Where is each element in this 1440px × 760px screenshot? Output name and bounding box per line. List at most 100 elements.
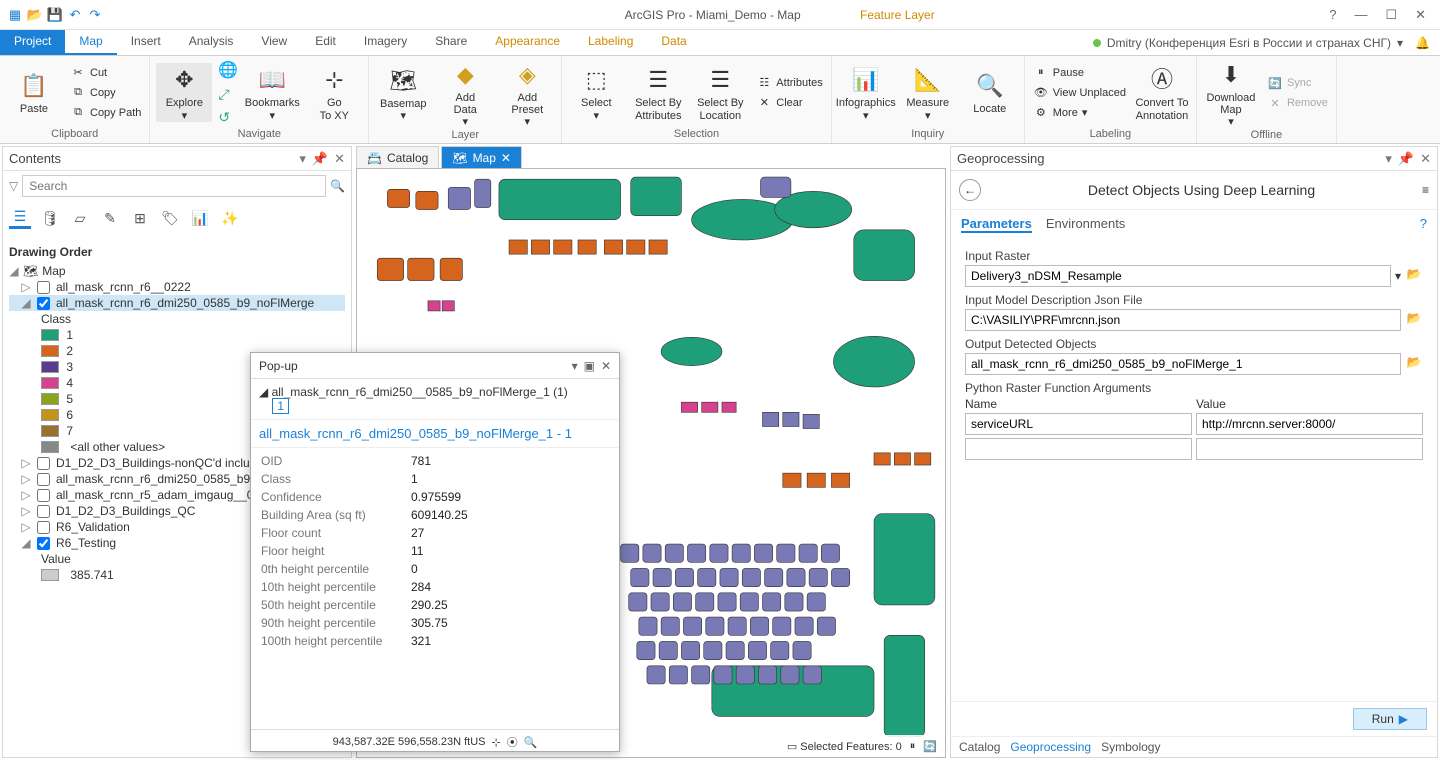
tab-analysis[interactable]: Analysis (175, 30, 248, 55)
popup-menu-icon[interactable]: ▾ (572, 359, 578, 373)
gp-tab-parameters[interactable]: Parameters (961, 216, 1032, 233)
tab-data[interactable]: Data (647, 30, 700, 55)
popup-header[interactable]: Pop-up ▾▣✕ (251, 353, 619, 379)
popup-dock-icon[interactable]: ▣ (584, 359, 595, 373)
toc-map[interactable]: ◢🗺 Map (9, 263, 345, 279)
search-icon[interactable]: 🔍 (330, 179, 345, 193)
list-by-labeling-icon[interactable]: 🏷 (159, 207, 181, 229)
gp-help-icon[interactable]: ? (1420, 216, 1427, 233)
popup-zoom-icon[interactable]: 🔍 (524, 736, 538, 749)
model-browse-icon[interactable]: 📂 (1405, 311, 1423, 329)
tab-appearance[interactable]: Appearance (481, 30, 574, 55)
tab-labeling[interactable]: Labeling (574, 30, 647, 55)
pause-labeling-button[interactable]: ⏸Pause (1031, 63, 1128, 83)
refresh-icon[interactable]: 🔄 (923, 740, 937, 753)
copy-button[interactable]: ⧉Copy (68, 83, 143, 103)
arg-name-1[interactable] (965, 438, 1192, 460)
popup-window[interactable]: Pop-up ▾▣✕ ◢ all_mask_rcnn_r6_dmi250__05… (250, 352, 620, 752)
add-data-button[interactable]: ◆Add Data▾ (437, 58, 493, 128)
doc-tab-catalog[interactable]: 📇 Catalog (356, 146, 439, 168)
open-icon[interactable]: 📂 (26, 6, 44, 24)
toc-layer-0[interactable]: ▷ all_mask_rcnn_r6__0222 (9, 279, 345, 295)
tab-close-icon[interactable]: ✕ (501, 151, 511, 165)
paste-button[interactable]: 📋Paste (6, 69, 62, 115)
run-button[interactable]: Run ▶ (1353, 708, 1427, 730)
attributes-button[interactable]: ☷Attributes (754, 73, 824, 93)
popup-attribute-table[interactable]: OID781Class1Confidence0.975599Building A… (251, 448, 619, 729)
list-by-selection-icon[interactable]: ▱ (69, 207, 91, 229)
popup-close-icon[interactable]: ✕ (601, 359, 611, 373)
download-map-button[interactable]: ⬇Download Map▾ (1203, 58, 1259, 128)
user-area[interactable]: Dmitry (Конференция Esri в России и стра… (1083, 30, 1440, 55)
bottom-tab-symbology[interactable]: Symbology (1101, 740, 1160, 754)
contents-search-input[interactable] (22, 175, 326, 197)
popup-record-index[interactable]: 1 (272, 398, 289, 414)
tab-view[interactable]: View (247, 30, 301, 55)
gp-close-icon[interactable]: ✕ (1420, 151, 1431, 167)
sync-button[interactable]: 🔄Sync (1265, 73, 1330, 93)
model-field[interactable] (965, 309, 1401, 331)
gp-menu-icon[interactable]: ▾ (1385, 151, 1392, 167)
arg-value-1[interactable] (1196, 438, 1423, 460)
list-by-perceptual-icon[interactable]: ✨ (219, 207, 241, 229)
tab-map[interactable]: Map (65, 30, 116, 55)
measure-button[interactable]: 📐Measure▾ (900, 63, 956, 121)
maximize-icon[interactable]: ☐ (1385, 7, 1397, 23)
list-by-snapping-icon[interactable]: ⊞ (129, 207, 151, 229)
input-raster-browse-icon[interactable]: 📂 (1405, 267, 1423, 285)
undo-icon[interactable]: ↶ (66, 6, 84, 24)
tab-imagery[interactable]: Imagery (350, 30, 421, 55)
output-browse-icon[interactable]: 📂 (1405, 355, 1423, 373)
basemap-button[interactable]: 🗺Basemap▾ (375, 64, 431, 122)
popup-target-icon[interactable]: ⦿ (507, 734, 518, 750)
bookmarks-button[interactable]: 📖Bookmarks▾ (244, 63, 300, 121)
list-by-charts-icon[interactable]: 📊 (189, 207, 211, 229)
copy-path-button[interactable]: ⧉Copy Path (68, 103, 143, 123)
more-labeling-button[interactable]: ⚙More▾ (1031, 103, 1128, 123)
fixed-zoom-icon[interactable]: ⤢ (218, 86, 238, 103)
output-field[interactable] (965, 353, 1401, 375)
save-icon[interactable]: 💾 (46, 6, 64, 24)
popup-feature-link[interactable]: all_mask_rcnn_r6_dmi250_0585_b9_noFlMerg… (251, 420, 619, 448)
add-preset-button[interactable]: ◈Add Preset▾ (499, 58, 555, 128)
pause-draw-icon[interactable]: ⏸ (910, 740, 916, 753)
cut-button[interactable]: ✂Cut (68, 63, 143, 83)
goto-xy-button[interactable]: ⊹Go To XY (306, 63, 362, 121)
view-unplaced-button[interactable]: 👁View Unplaced (1031, 83, 1128, 103)
input-raster-dropdown-icon[interactable]: ▾ (1395, 269, 1401, 283)
explore-button[interactable]: ✥Explore▾ (156, 63, 212, 121)
gp-back-button[interactable]: ← (959, 179, 981, 201)
filter-icon[interactable]: ▽ (9, 179, 18, 193)
contents-menu-icon[interactable]: ▾ (299, 151, 306, 167)
contents-pin-icon[interactable]: 📌 (312, 151, 328, 167)
select-button[interactable]: ⬚Select▾ (568, 63, 624, 121)
popup-coord-icon[interactable]: ⊹ (491, 736, 500, 749)
tab-project[interactable]: Project (0, 30, 65, 55)
close-icon[interactable]: ✕ (1415, 7, 1426, 23)
clear-button[interactable]: ✕Clear (754, 93, 824, 113)
prev-extent-icon[interactable]: ↺ (218, 109, 238, 126)
bottom-tab-catalog[interactable]: Catalog (959, 740, 1000, 754)
contents-close-icon[interactable]: ✕ (334, 151, 345, 167)
select-by-location-button[interactable]: ☰Select By Location (692, 63, 748, 121)
gp-tab-environments[interactable]: Environments (1046, 216, 1125, 233)
list-by-editing-icon[interactable]: ✎ (99, 207, 121, 229)
gp-options-icon[interactable]: ≡ (1422, 183, 1429, 197)
popup-nav[interactable]: ◢ all_mask_rcnn_r6_dmi250__0585_b9_noFlM… (251, 379, 619, 420)
locate-button[interactable]: 🔍Locate (962, 69, 1018, 115)
tab-share[interactable]: Share (421, 30, 481, 55)
full-extent-icon[interactable]: 🌐 (218, 60, 238, 80)
arg-name-0[interactable] (965, 413, 1192, 435)
doc-tab-map[interactable]: 🗺 Map ✕ (441, 146, 522, 168)
redo-icon[interactable]: ↷ (86, 6, 104, 24)
tab-edit[interactable]: Edit (301, 30, 350, 55)
bottom-tab-geoprocessing[interactable]: Geoprocessing (1010, 740, 1091, 754)
project-icon[interactable]: ▦ (6, 6, 24, 24)
arg-value-0[interactable] (1196, 413, 1423, 435)
gp-pin-icon[interactable]: 📌 (1398, 151, 1414, 167)
input-raster-field[interactable] (965, 265, 1391, 287)
select-by-attributes-button[interactable]: ☰Select By Attributes (630, 63, 686, 121)
infographics-button[interactable]: 📊Infographics▾ (838, 63, 894, 121)
list-by-source-icon[interactable]: 🛢 (39, 207, 61, 229)
notifications-icon[interactable]: 🔔 (1415, 36, 1430, 50)
